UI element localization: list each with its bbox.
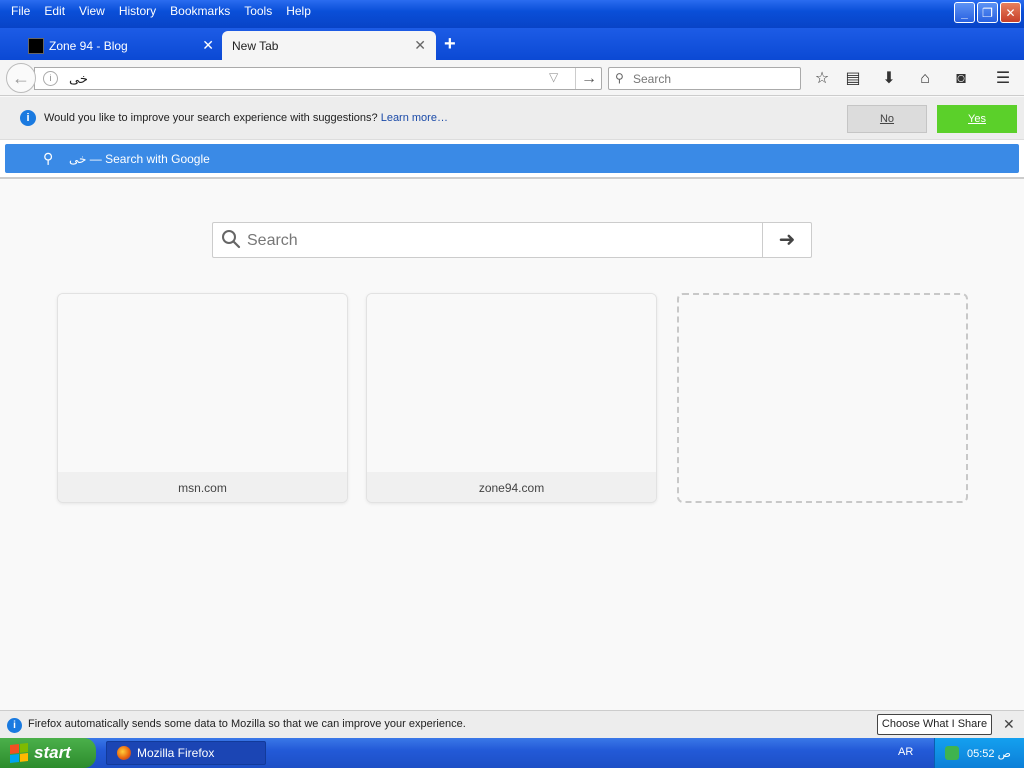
url-dropdown-icon[interactable]: ▽	[549, 70, 558, 84]
search-icon: ⚲	[615, 71, 624, 85]
tab-title: Zone 94 - Blog	[49, 38, 128, 53]
windows-logo-icon	[10, 743, 28, 763]
start-label: start	[34, 743, 71, 762]
tab-title: New Tab	[232, 38, 279, 53]
suggestions-optin-bar: i Would you like to improve your search …	[0, 97, 1024, 140]
menu-help[interactable]: Help	[279, 2, 318, 20]
menu-edit[interactable]: Edit	[37, 2, 72, 20]
home-icon[interactable]: ⌂	[915, 69, 935, 89]
bookmark-star-icon[interactable]: ☆	[812, 69, 832, 89]
close-notification-icon[interactable]: ✕	[1003, 716, 1015, 733]
menu-history[interactable]: History	[112, 2, 163, 20]
start-button[interactable]: start	[0, 738, 96, 768]
windows-taskbar: start Mozilla Firefox AR 05:52 ص	[0, 738, 1024, 768]
language-indicator[interactable]: AR	[898, 746, 913, 758]
taskbar-window-title: Mozilla Firefox	[137, 746, 215, 760]
hamburger-menu-icon[interactable]: ☰	[993, 69, 1013, 89]
newtab-search-placeholder: Search	[247, 232, 298, 249]
bookmarks-list-icon[interactable]: ▤	[843, 69, 863, 89]
top-site-tile-msn[interactable]: msn.com	[57, 293, 348, 503]
menu-file[interactable]: File	[4, 2, 37, 20]
clock: 05:52 ص	[967, 747, 1011, 760]
tab-zone94-blog[interactable]: Zone 94 - Blog ✕	[18, 31, 224, 60]
top-site-tile-zone94[interactable]: zone94.com	[366, 293, 657, 503]
tray-network-icon[interactable]	[945, 746, 959, 760]
newtab-search-go-button[interactable]: ➜	[762, 223, 811, 257]
site-favicon-icon	[28, 37, 44, 54]
search-placeholder: Search	[633, 72, 672, 86]
firefox-icon	[117, 746, 131, 760]
pocket-icon[interactable]: ◙	[951, 69, 971, 89]
back-button[interactable]: ←	[6, 63, 36, 93]
go-arrow-icon[interactable]: →	[575, 68, 602, 89]
no-button[interactable]: No	[847, 105, 927, 133]
close-icon: ✕	[1005, 5, 1016, 20]
downloads-icon[interactable]: ⬇	[879, 69, 899, 89]
tab-strip: Zone 94 - Blog ✕ New Tab ✕ +	[0, 28, 1024, 60]
url-suggestion-popup: i Would you like to improve your search …	[0, 97, 1024, 179]
tile-thumbnail	[58, 294, 347, 472]
info-icon: i	[20, 110, 36, 126]
suggestion-text: خى — Search with Google	[69, 152, 210, 166]
search-icon	[222, 230, 241, 249]
search-bar[interactable]: ⚲ Search	[608, 67, 801, 90]
search-icon: ⚲	[43, 150, 54, 166]
window-titlebar: File Edit View History Bookmarks Tools H…	[0, 0, 1024, 28]
tab-close-icon[interactable]: ✕	[202, 37, 214, 54]
menu-bookmarks[interactable]: Bookmarks	[163, 2, 237, 20]
tab-close-icon[interactable]: ✕	[414, 37, 426, 54]
data-reporting-notification: i Firefox automatically sends some data …	[0, 710, 1024, 738]
optin-message: Would you like to improve your search ex…	[44, 112, 448, 124]
tile-thumbnail	[367, 294, 656, 472]
site-info-icon[interactable]: i	[43, 71, 58, 86]
url-bar[interactable]: i خى ▽ →	[34, 67, 602, 90]
navigation-toolbar: i خى ▽ → ← ⚲ Search ☆ ▤ ⬇ ⌂ ◙ ☰	[0, 60, 1024, 96]
url-input-text[interactable]: خى	[69, 71, 88, 87]
window-controls: _ ❐ ✕	[954, 2, 1021, 23]
restore-icon: ❐	[982, 5, 993, 20]
menu-bar: File Edit View History Bookmarks Tools H…	[4, 2, 318, 20]
newtab-search-box[interactable]: Search ➜	[212, 222, 812, 258]
minimize-icon: _	[961, 5, 968, 20]
system-tray: 05:52 ص	[934, 738, 1024, 768]
back-arrow-icon: ←	[12, 67, 30, 88]
close-window-button[interactable]: ✕	[1000, 2, 1021, 23]
restore-button[interactable]: ❐	[977, 2, 998, 23]
menu-tools[interactable]: Tools	[237, 2, 279, 20]
tile-label: msn.com	[58, 472, 347, 502]
yes-button[interactable]: Yes	[937, 105, 1017, 133]
choose-what-i-share-button[interactable]: Choose What I Share	[877, 714, 992, 735]
menu-view[interactable]: View	[72, 2, 112, 20]
minimize-button[interactable]: _	[954, 2, 975, 23]
info-icon: i	[7, 718, 22, 733]
tab-new-tab[interactable]: New Tab ✕	[222, 31, 436, 60]
top-site-tile-empty	[677, 293, 968, 503]
new-tab-button[interactable]: +	[444, 33, 456, 56]
optin-question: Would you like to improve your search ex…	[44, 112, 381, 124]
notification-text: Firefox automatically sends some data to…	[28, 718, 466, 730]
tile-label: zone94.com	[367, 472, 656, 502]
search-with-google-suggestion[interactable]: ⚲ خى — Search with Google	[5, 144, 1019, 173]
taskbar-firefox-window[interactable]: Mozilla Firefox	[106, 741, 266, 765]
learn-more-link[interactable]: Learn more…	[381, 112, 448, 124]
